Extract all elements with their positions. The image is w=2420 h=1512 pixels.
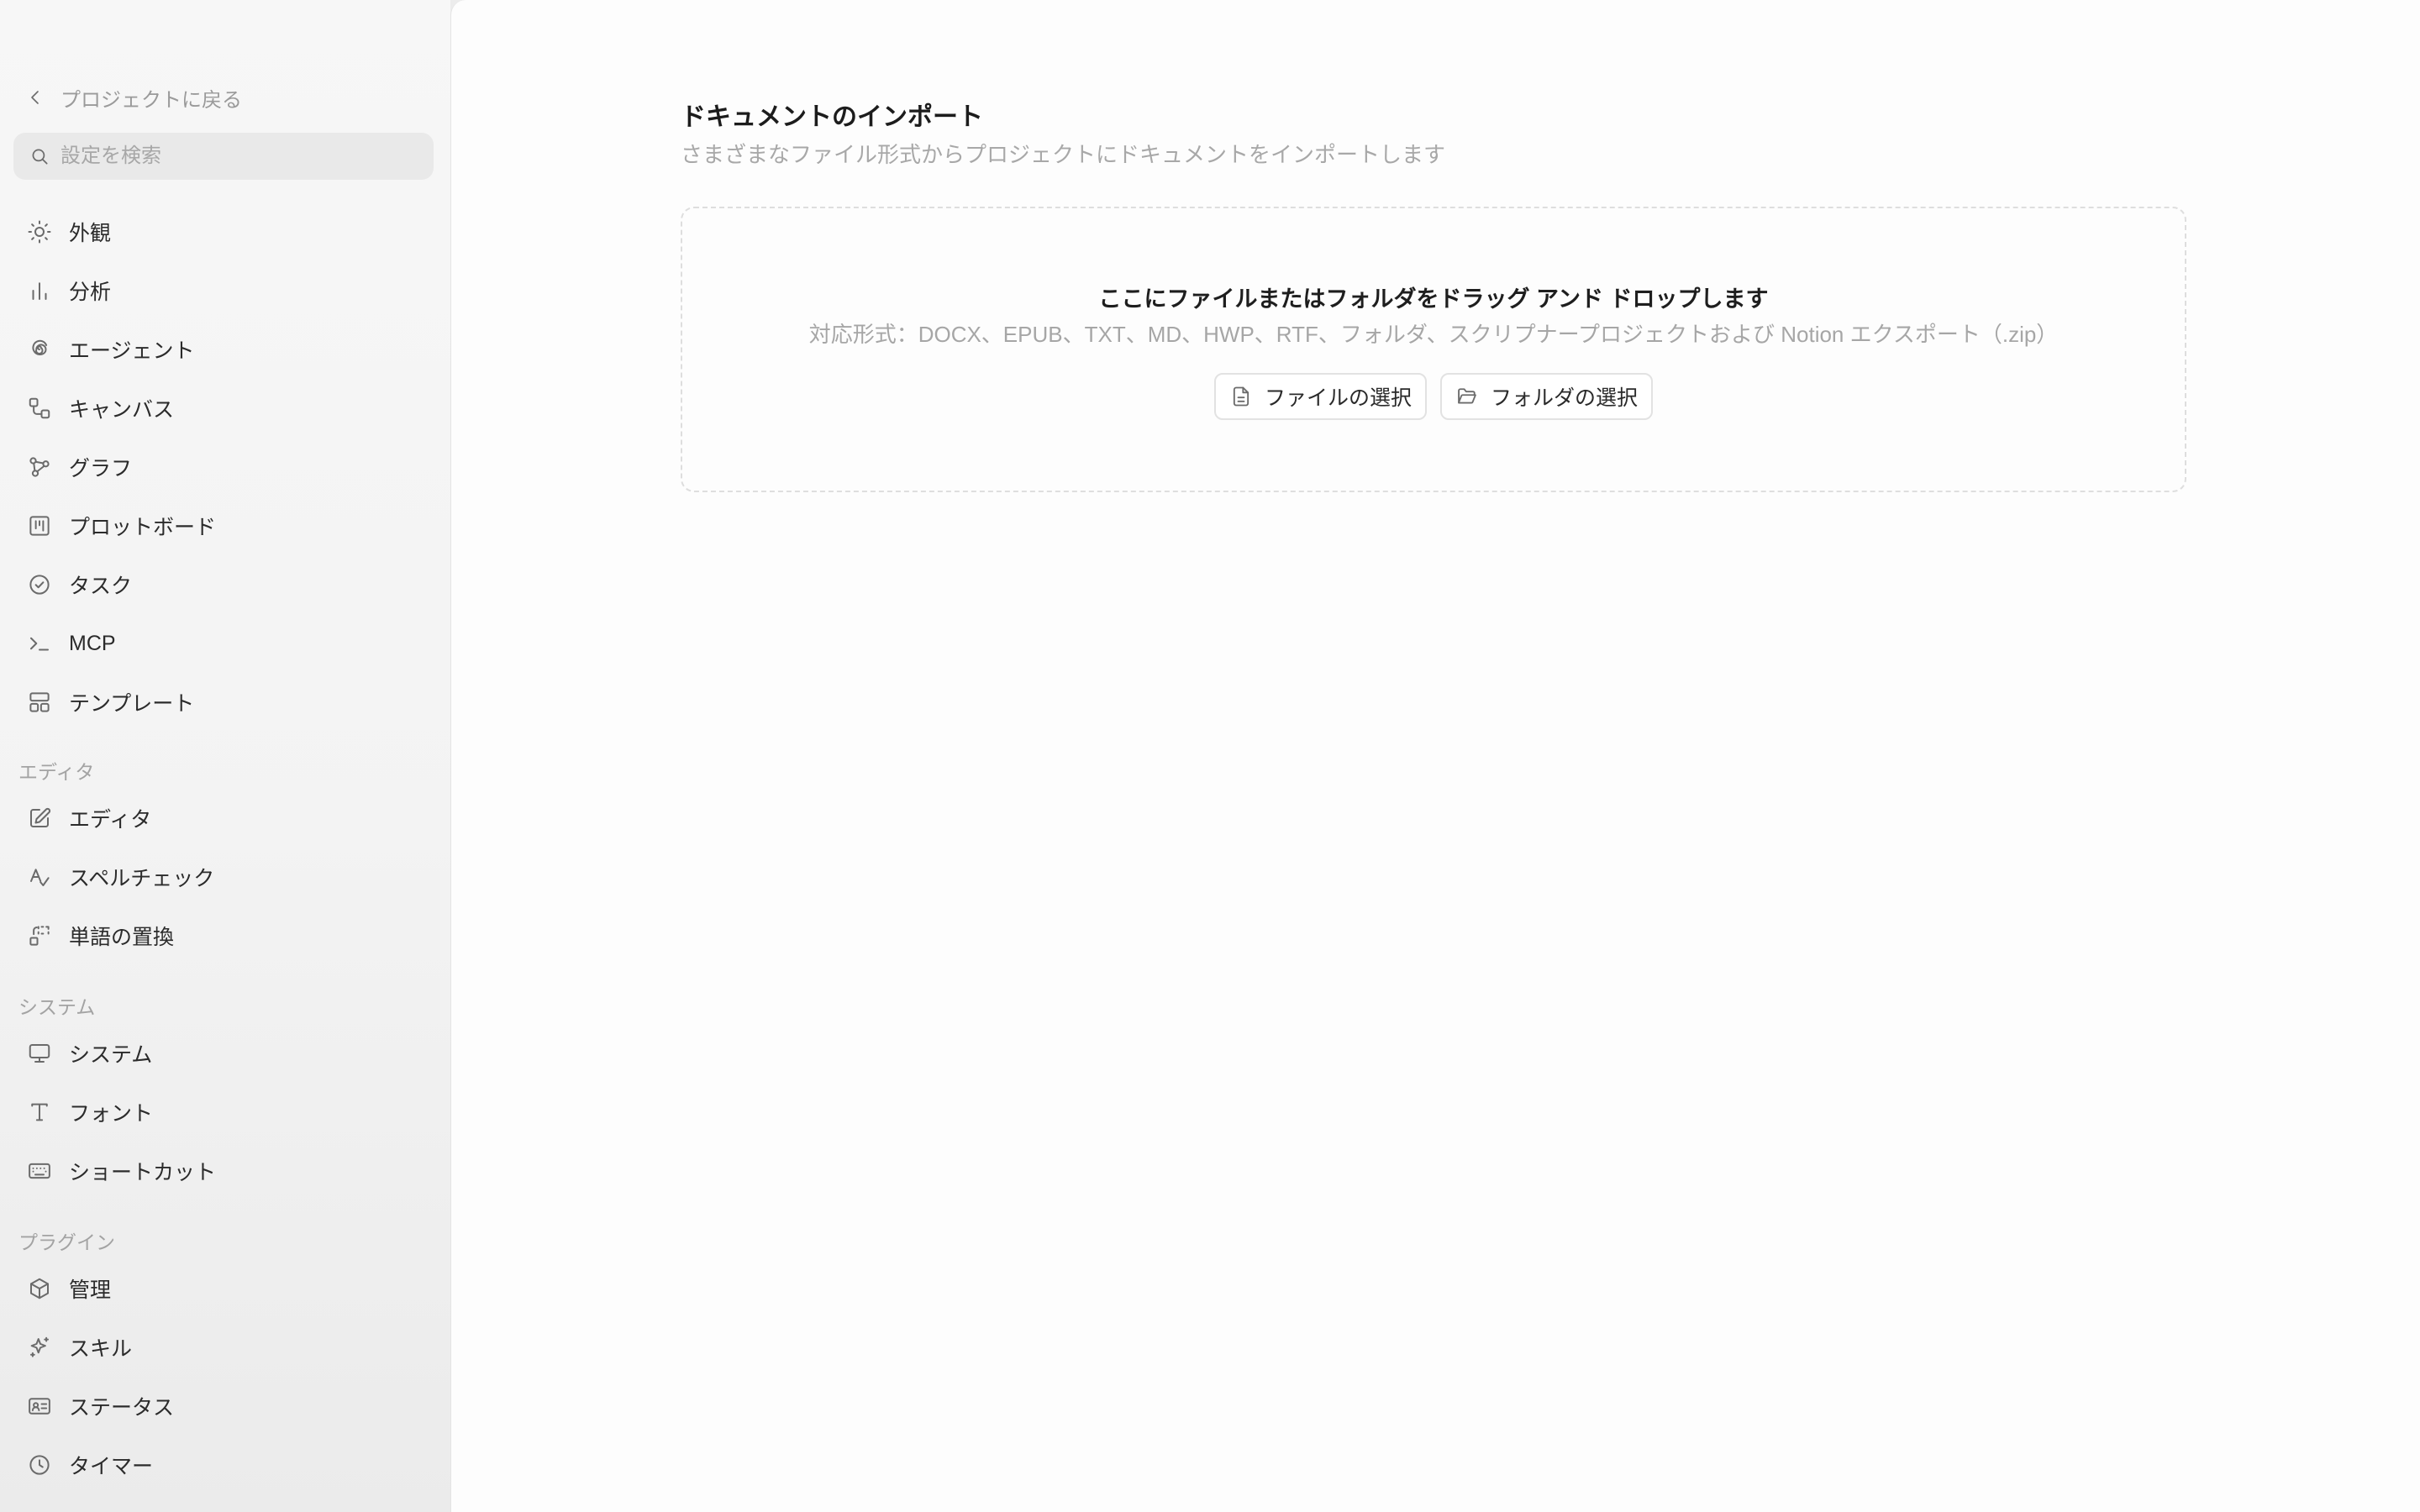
sidebar-item-skills[interactable]: スキル — [13, 1324, 434, 1371]
sidebar-item-label: キャンバス — [69, 398, 175, 422]
sidebar-item-timer[interactable]: タイマー — [13, 1441, 434, 1488]
file-icon — [1233, 386, 1249, 407]
settings-search[interactable] — [13, 133, 434, 180]
spiral-icon — [32, 339, 48, 355]
type-icon — [31, 1103, 48, 1121]
sidebar-item-templates[interactable]: テンプレート — [13, 679, 434, 726]
clock-icon — [29, 1455, 50, 1475]
sidebar-item-label: グラフ — [69, 457, 133, 480]
dropzone-title: ここにファイルまたはフォルダをドラッグ アンド ドロップします — [1098, 286, 1769, 312]
chevron-left-icon — [31, 91, 39, 104]
supported-formats: 対応形式：DOCX、EPUB、TXT、MD、HWP、RTF、フォルダ、スクリプナ… — [808, 322, 2059, 347]
sidebar-item-label: プロットボード — [69, 516, 217, 539]
edit-icon — [30, 807, 51, 827]
keyboard-icon — [29, 1163, 50, 1179]
sidebar-item-label: ショートカット — [69, 1161, 217, 1184]
section-label-editor: エディタ — [18, 761, 95, 783]
sidebar-item-label: テンプレート — [69, 692, 195, 716]
id-card-icon — [29, 1398, 50, 1415]
select-file-button[interactable]: ファイルの選択 — [1213, 373, 1427, 420]
section-label-system: システム — [18, 996, 96, 1018]
sidebar-item-label: MCP — [69, 631, 116, 655]
sidebar-item-label: システム — [69, 1043, 153, 1067]
sidebar-item-graph[interactable]: グラフ — [13, 444, 434, 491]
sidebar-item-manage[interactable]: 管理 — [13, 1265, 434, 1312]
sidebar-item-label: ステータス — [69, 1396, 175, 1420]
sun-icon — [28, 220, 51, 244]
select-folder-label: フォルダの選択 — [1491, 386, 1639, 410]
sidebar-item-label: スペルチェック — [69, 867, 215, 890]
sidebar-item-spellcheck[interactable]: スペルチェック — [13, 853, 434, 900]
sidebar-item-system[interactable]: システム — [13, 1030, 434, 1077]
back-to-project-link[interactable]: プロジェクトに戻る — [25, 81, 242, 114]
settings-sidebar: プロジェクトに戻る 外観 分析 エージェント キャンバス グラフ プロットボード… — [0, 0, 450, 1512]
template-icon — [29, 692, 50, 712]
import-dropzone[interactable]: ここにファイルまたはフォルダをドラッグ アンド ドロップします 対応形式：DOC… — [681, 207, 2186, 492]
terminal-icon — [30, 637, 49, 651]
sidebar-item-label: 分析 — [69, 281, 112, 304]
canvas-icon — [29, 397, 50, 419]
sidebar-item-fonts[interactable]: フォント — [13, 1089, 434, 1136]
sparkle-icon — [30, 1336, 49, 1357]
select-file-label: ファイルの選択 — [1264, 386, 1412, 410]
sidebar-item-plotboard[interactable]: プロットボード — [13, 502, 434, 549]
folder-open-icon — [1458, 388, 1476, 404]
check-circle-icon — [29, 575, 50, 595]
sidebar-item-status[interactable]: ステータス — [13, 1383, 434, 1430]
search-icon — [32, 149, 48, 165]
monitor-icon — [29, 1044, 50, 1063]
spellcheck-icon — [30, 869, 50, 886]
sidebar-item-label: 管理 — [69, 1278, 112, 1302]
sidebar-item-tasks[interactable]: タスク — [13, 561, 434, 608]
sidebar-item-label: エージェント — [69, 339, 195, 363]
sidebar-item-label: エディタ — [69, 808, 152, 832]
page-subtitle: さまざまなファイル形式からプロジェクトにドキュメントをインポートします — [681, 142, 1446, 167]
package-icon — [30, 1278, 49, 1299]
sidebar-item-mcp[interactable]: MCP — [13, 620, 434, 667]
sidebar-item-word-replace[interactable]: 単語の置換 — [13, 912, 434, 959]
sidebar-item-analytics[interactable]: 分析 — [13, 267, 434, 314]
bar-chart-icon — [32, 282, 47, 300]
back-label: プロジェクトに戻る — [60, 88, 242, 112]
sidebar-item-label: スキル — [69, 1337, 133, 1361]
sidebar-item-shortcuts[interactable]: ショートカット — [13, 1147, 434, 1194]
sidebar-item-label: フォント — [69, 1102, 154, 1126]
sidebar-item-label: タスク — [69, 575, 133, 598]
section-label-plugins: プラグイン — [18, 1231, 115, 1253]
sidebar-item-editor[interactable]: エディタ — [13, 795, 434, 842]
sidebar-item-label: 単語の置換 — [69, 926, 175, 949]
sidebar-item-appearance[interactable]: 外観 — [13, 208, 434, 255]
select-folder-button[interactable]: フォルダの選択 — [1440, 373, 1654, 420]
dropzone-actions: ファイルの選択 フォルダの選択 — [682, 373, 2185, 420]
graph-icon — [29, 457, 50, 477]
replace-icon — [29, 926, 50, 946]
sidebar-item-label: タイマー — [69, 1455, 154, 1478]
sidebar-item-agent[interactable]: エージェント — [13, 326, 434, 373]
page-title: ドキュメントのインポート — [681, 103, 983, 131]
kanban-icon — [29, 516, 50, 536]
sidebar-item-canvas[interactable]: キャンバス — [13, 385, 434, 432]
search-input[interactable] — [60, 144, 413, 168]
sidebar-item-label: 外観 — [69, 222, 112, 245]
